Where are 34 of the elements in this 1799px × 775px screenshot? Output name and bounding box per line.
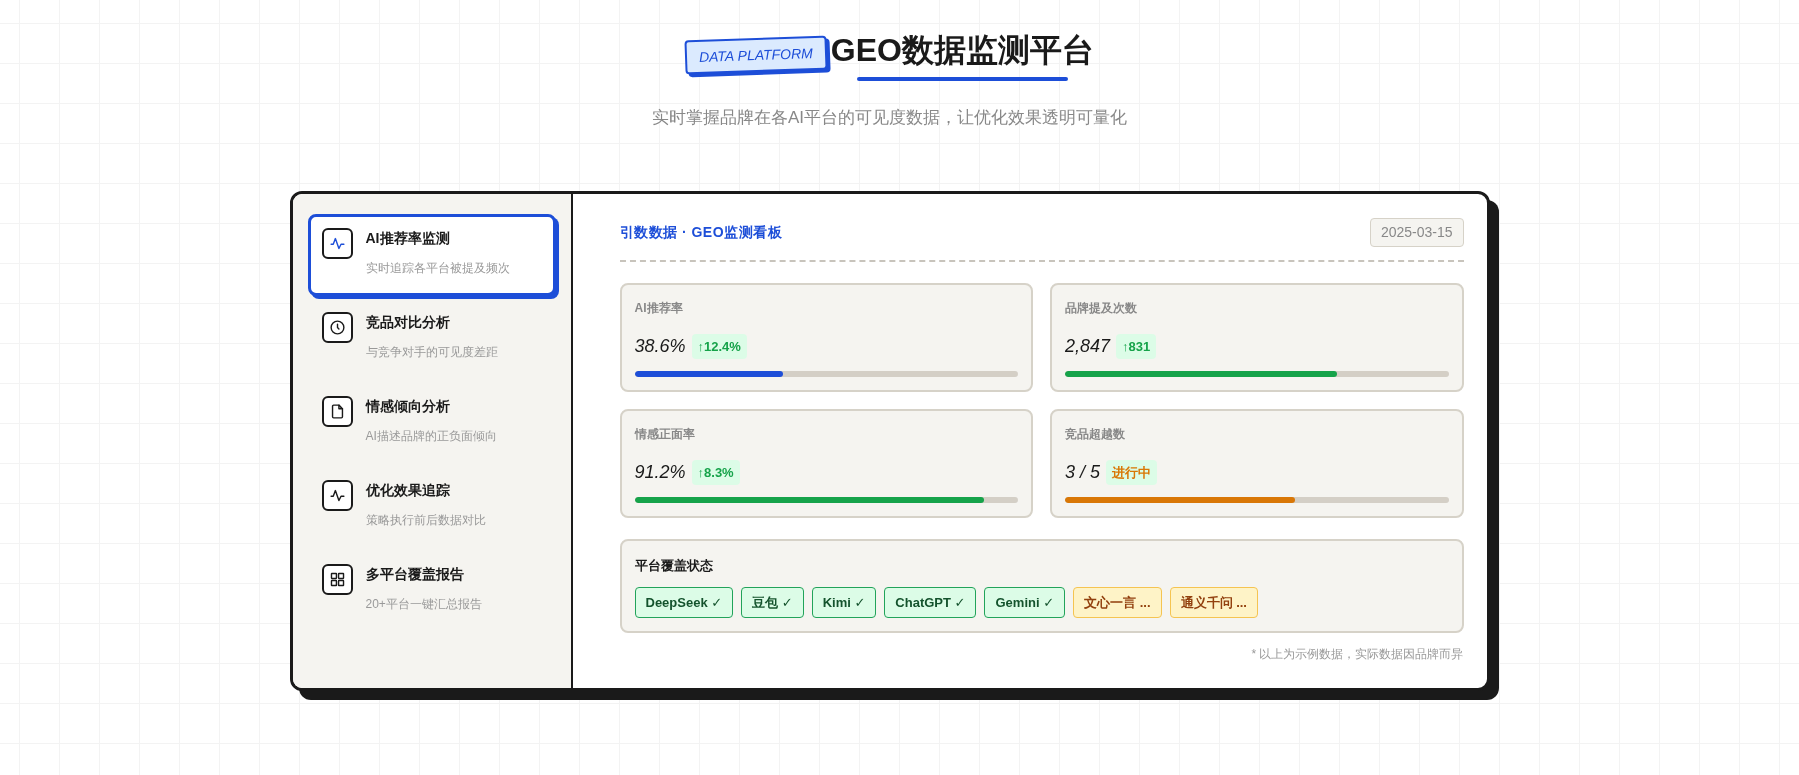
sidebar-item[interactable]: 竞品对比分析 与竞争对手的可见度差距: [307, 298, 556, 380]
platform-status-title: 平台覆盖状态: [634, 557, 714, 575]
grid-icon: [321, 564, 353, 595]
metric-value: 2,847: [1065, 335, 1111, 358]
footnote-text: * 以上为示例数据，实际数据因品牌而异: [1250, 646, 1464, 662]
dashboard-title: 引数数据 · GEO监测看板: [619, 223, 783, 242]
sidebar-item[interactable]: 情感倾向分析 AI描述品牌的正负面倾向: [307, 382, 556, 464]
header-badge: DATA PLATFORM: [684, 35, 828, 75]
metric-label: AI推荐率: [634, 300, 684, 317]
platform-tag: ChatGPT ✓: [884, 587, 977, 618]
change-badge: ↑12.4%: [691, 334, 747, 359]
clock-icon: [321, 312, 353, 343]
date-label: 2025-03-15: [1369, 218, 1464, 247]
metric-label: 竞品超越数: [1065, 426, 1126, 443]
sidebar-item[interactable]: AI推荐率监测 实时追踪各平台被提及频次: [307, 214, 556, 296]
metric-label: 情感正面率: [634, 426, 696, 443]
platform-tag: 豆包 ✓: [741, 587, 804, 618]
page-title: GEO数据监测平台: [830, 31, 1094, 70]
platform-tag: Gemini ✓: [984, 587, 1066, 618]
change-badge: ↑831: [1116, 334, 1157, 359]
metric-value: 38.6%: [634, 335, 686, 358]
platform-tag: 通义千问 ...: [1169, 587, 1258, 618]
platform-tag: 文心一言 ...: [1073, 587, 1162, 618]
metric-label: 品牌提及次数: [1065, 300, 1138, 317]
metric-value: 3 / 5: [1065, 461, 1101, 484]
platform-tag: Kimi ✓: [811, 587, 877, 618]
document-icon: [321, 396, 353, 427]
sidebar-item[interactable]: 多平台覆盖报告 20+平台一键汇总报告: [307, 550, 556, 632]
change-badge: ↑8.3%: [691, 460, 740, 485]
sidebar-item[interactable]: 优化效果追踪 策略执行前后数据对比: [307, 466, 556, 548]
platform-tag: DeepSeek ✓: [634, 587, 734, 618]
metric-value: 91.2%: [634, 461, 686, 484]
page-subtitle: 实时掌握品牌在各AI平台的可见度数据，让优化效果透明可量化: [650, 107, 1129, 129]
change-badge: 进行中: [1106, 460, 1158, 485]
